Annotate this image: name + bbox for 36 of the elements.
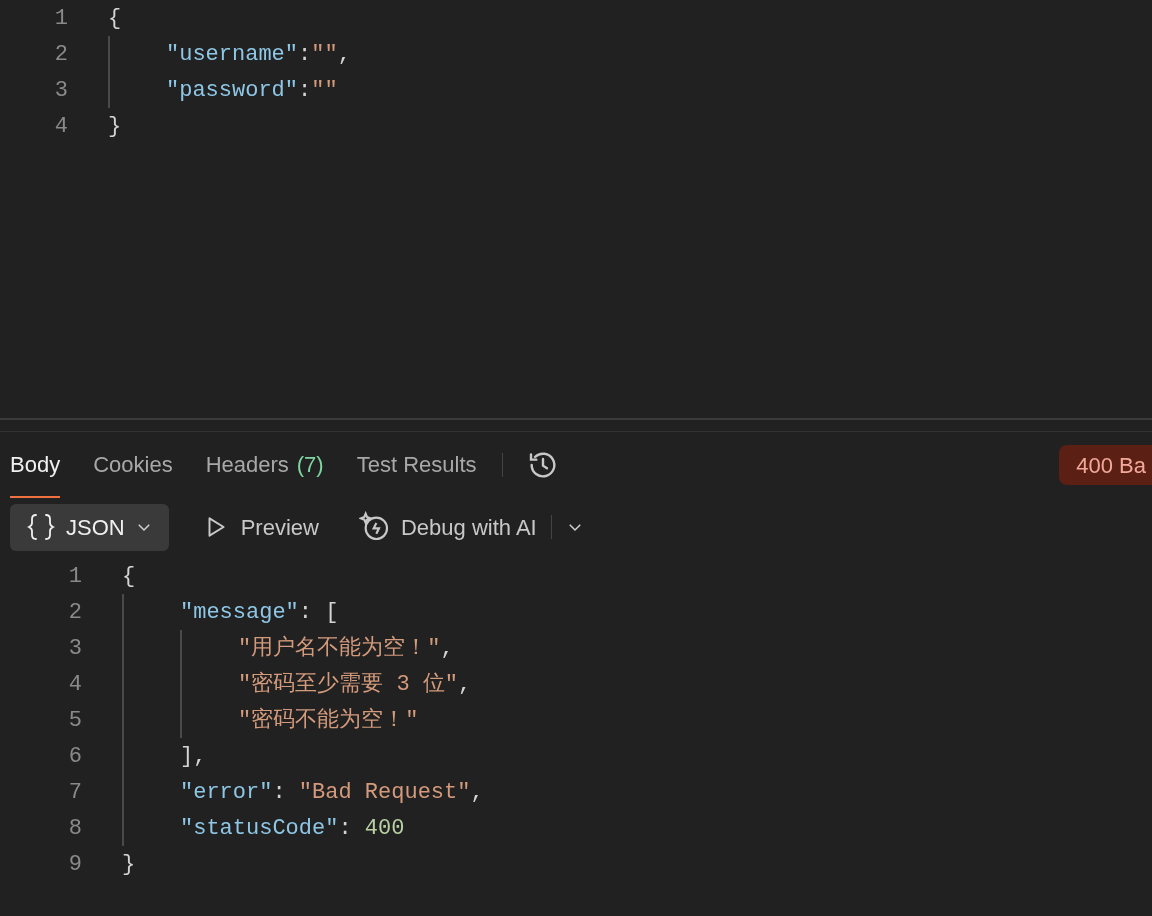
line-number: 1 [53, 4, 68, 33]
code-line: } [122, 850, 136, 879]
code-line: "statusCode": 400 [180, 814, 405, 843]
sparkle-icon [358, 511, 391, 543]
code-line: "message": [ [180, 598, 339, 627]
response-tab[interactable]: Cookies [93, 432, 173, 498]
format-dropdown[interactable]: JSON [10, 503, 169, 551]
code-line: "password":"" [166, 76, 338, 105]
code-line: } [108, 112, 122, 141]
line-number: 4 [53, 112, 68, 141]
braces-icon [26, 513, 56, 541]
code-line: ], [180, 742, 207, 771]
response-tab[interactable]: Body [10, 432, 61, 498]
line-number: 3 [53, 76, 68, 105]
response-tab[interactable]: Headers (7) [205, 432, 324, 498]
code-line: "密码至少需要 3 位", [238, 670, 472, 699]
response-tab[interactable]: Test Results [356, 432, 477, 498]
line-number: 4 [67, 670, 82, 699]
line-number: 2 [53, 40, 68, 69]
line-number: 1 [67, 562, 82, 591]
line-number: 8 [67, 814, 82, 843]
code-line: "密码不能为空！" [238, 706, 419, 735]
line-number: 3 [67, 634, 82, 663]
line-number: 2 [67, 598, 82, 627]
status-badge: 400 Ba [1059, 445, 1152, 485]
line-number: 7 [67, 778, 82, 807]
code-line: "用户名不能为空！", [238, 634, 454, 663]
code-line: "username":"", [166, 40, 351, 69]
line-number: 9 [67, 850, 82, 879]
line-number: 6 [67, 742, 82, 771]
preview-button[interactable]: Preview [202, 510, 319, 544]
code-line: { [122, 562, 136, 591]
code-line: { [108, 4, 122, 33]
code-line: "error": "Bad Request", [180, 778, 484, 807]
debug-button[interactable]: Debug with AI [358, 510, 537, 544]
line-number: 5 [67, 706, 82, 735]
